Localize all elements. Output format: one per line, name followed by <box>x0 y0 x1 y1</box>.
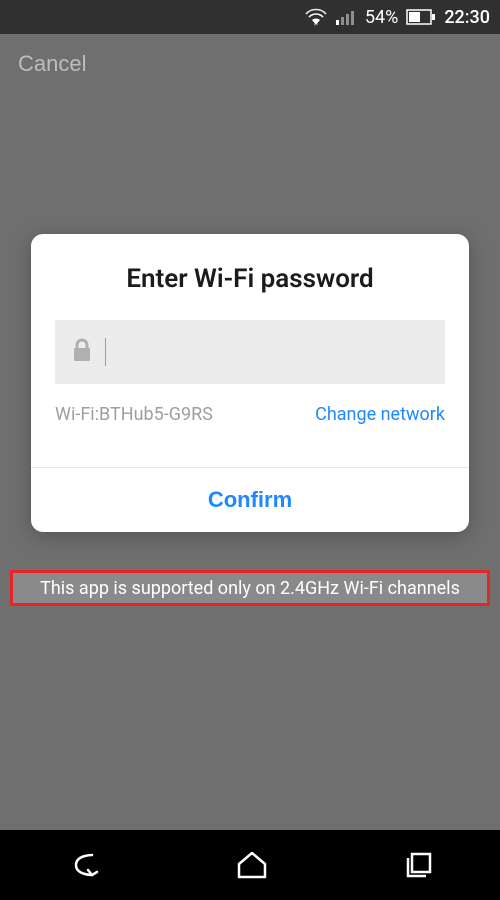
wifi-ssid: BTHub5-G9RS <box>99 404 213 425</box>
home-button[interactable] <box>235 850 269 880</box>
cell-signal-icon <box>335 8 357 26</box>
password-input[interactable] <box>55 320 445 384</box>
back-button[interactable] <box>66 850 102 880</box>
system-nav-bar <box>0 830 500 900</box>
battery-icon <box>406 9 436 25</box>
screen: ↑↓ 54% 22:30 Cancel Enter Wi- <box>0 0 500 900</box>
wifi-password-dialog: Enter Wi-Fi password Wi-Fi:BTHub5-G9RS C… <box>31 234 469 532</box>
network-row: Wi-Fi:BTHub5-G9RS Change network <box>55 404 445 425</box>
page-header: Cancel <box>0 34 500 94</box>
confirm-button[interactable]: Confirm <box>208 487 292 513</box>
battery-percent: 54% <box>365 7 398 28</box>
wifi-icon: ↑↓ <box>305 8 327 26</box>
recent-apps-icon <box>402 850 434 880</box>
cancel-button[interactable]: Cancel <box>18 51 86 77</box>
status-bar: ↑↓ 54% 22:30 <box>0 0 500 34</box>
text-caret <box>105 338 106 366</box>
support-note-text: This app is supported only on 2.4GHz Wi-… <box>40 578 460 599</box>
back-icon <box>66 850 102 880</box>
clock: 22:30 <box>444 7 490 28</box>
dialog-body: Wi-Fi:BTHub5-G9RS Change network <box>31 320 469 445</box>
support-note-highlight: This app is supported only on 2.4GHz Wi-… <box>10 570 490 606</box>
change-network-link[interactable]: Change network <box>315 404 445 425</box>
recent-apps-button[interactable] <box>402 850 434 880</box>
wifi-name: Wi-Fi:BTHub5-G9RS <box>55 404 213 425</box>
confirm-row: Confirm <box>31 468 469 532</box>
lock-icon <box>71 337 93 367</box>
svg-text:↑↓: ↑↓ <box>313 23 318 26</box>
wifi-prefix: Wi-Fi: <box>55 404 99 425</box>
home-icon <box>235 850 269 880</box>
dialog-title: Enter Wi-Fi password <box>31 234 469 320</box>
